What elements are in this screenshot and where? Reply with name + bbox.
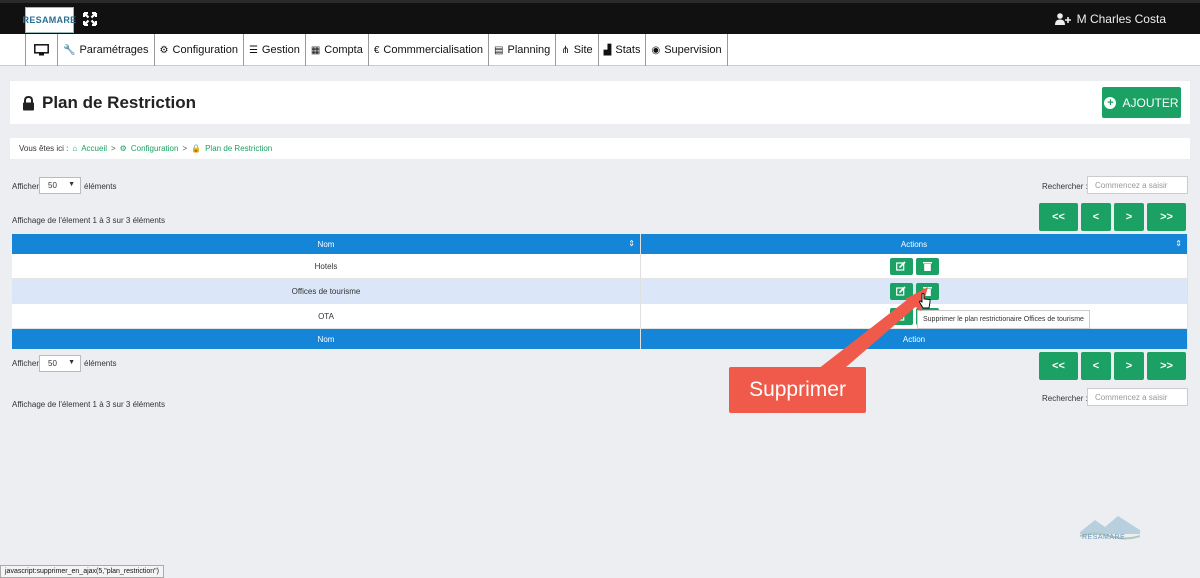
watermark-text: RESAMARE [1082, 534, 1126, 541]
annotation-callout: Supprimer [729, 367, 866, 413]
browser-status-bar: javascript:supprimer_en_ajax(5,"plan_res… [0, 565, 164, 578]
hand-cursor-icon [919, 293, 931, 309]
annotation-arrow [818, 287, 928, 374]
